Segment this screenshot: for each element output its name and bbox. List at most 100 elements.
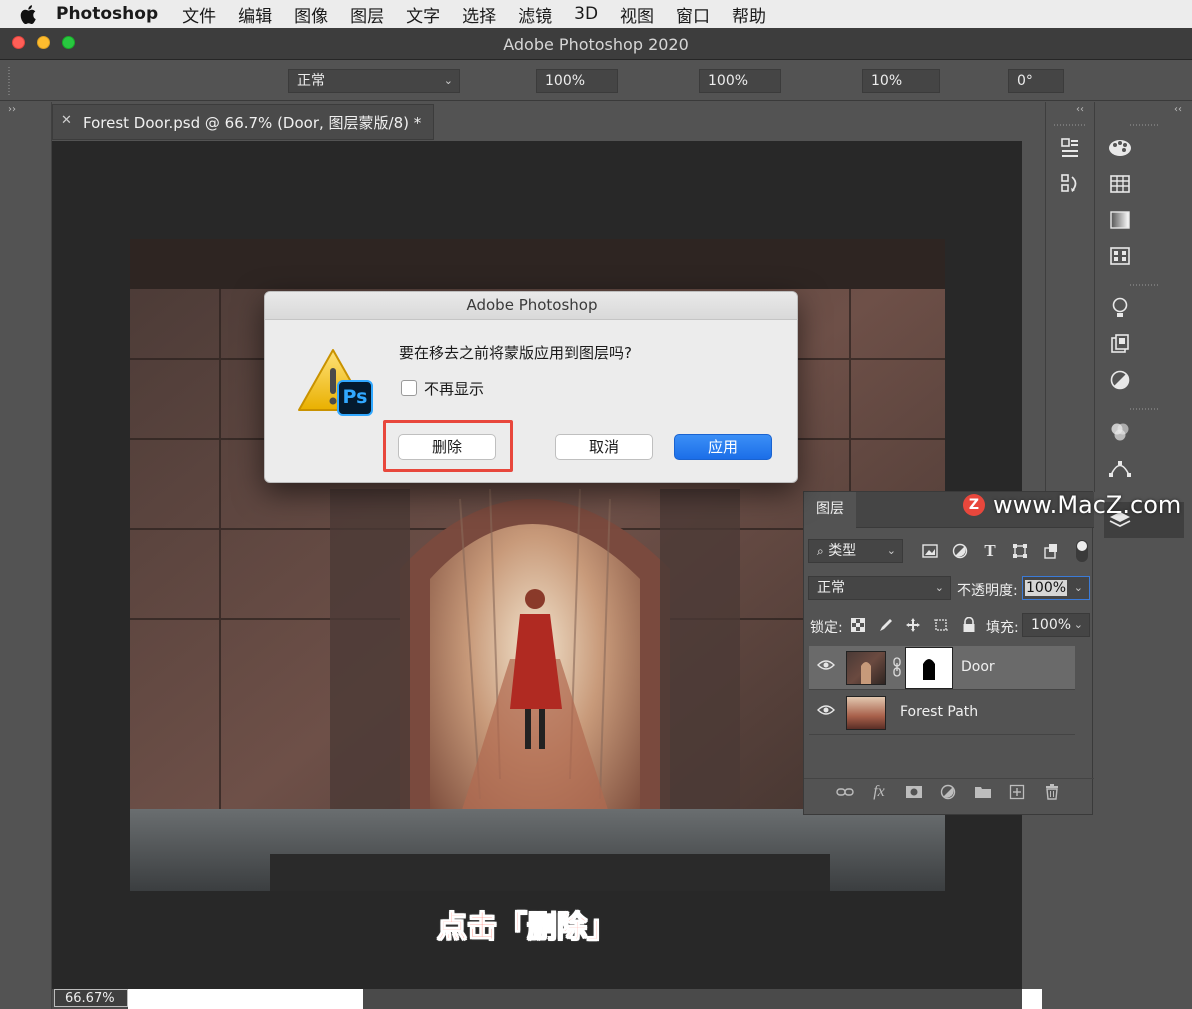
filter-pixel-icon[interactable] <box>920 541 940 561</box>
smoothing-field[interactable]: 10% <box>862 69 940 93</box>
menu-layer[interactable]: 图层 <box>350 2 384 27</box>
fill-label: 填充: <box>986 620 1019 636</box>
color-panel-icon[interactable] <box>1108 136 1132 160</box>
lock-artboard-icon[interactable] <box>931 615 951 635</box>
layer-name: Door <box>961 659 995 675</box>
dialog-title: Adobe Photoshop <box>265 292 797 320</box>
filter-smart-object-icon[interactable] <box>1041 541 1061 561</box>
visibility-eye-icon[interactable] <box>817 704 835 722</box>
flow-field[interactable]: 100% <box>699 69 781 93</box>
close-tab-icon[interactable]: ✕ <box>61 113 72 128</box>
window-title: Adobe Photoshop 2020 <box>503 35 689 54</box>
chevron-down-icon: ⌄ <box>934 581 944 594</box>
chevron-down-icon: ⌄ <box>1073 618 1083 631</box>
collapse-dock-icon-2[interactable]: ‹‹ <box>1174 104 1182 115</box>
link-layers-icon[interactable] <box>835 782 855 802</box>
filter-shape-icon[interactable] <box>1010 541 1030 561</box>
opacity-label: 不透明度: <box>957 583 1018 599</box>
dont-show-again-checkbox[interactable] <box>401 380 417 396</box>
cancel-button[interactable]: 取消 <box>555 434 653 460</box>
filter-adjustment-icon[interactable] <box>950 541 970 561</box>
layer-mask-thumbnail[interactable] <box>905 647 953 689</box>
chevron-down-icon: ⌄ <box>443 74 453 87</box>
mode-select[interactable]: 正常 ⌄ <box>288 69 460 93</box>
swatches-panel-icon[interactable] <box>1108 172 1132 196</box>
angle-option-value: 0° <box>1017 73 1033 89</box>
lock-image-pixels-icon[interactable] <box>876 615 896 635</box>
layer-style-fx-icon[interactable]: fx <box>869 782 889 802</box>
filter-type-icon[interactable]: T <box>980 541 1000 561</box>
scroll-corner <box>1022 989 1042 1009</box>
zoom-level-field[interactable]: 66.67% <box>54 989 128 1007</box>
lock-all-icon[interactable] <box>959 615 979 635</box>
tutorial-caption: 点击「删除」 <box>437 910 618 946</box>
adjustments-panel-icon[interactable] <box>1108 368 1132 392</box>
chevron-down-icon: ⌄ <box>886 544 896 557</box>
dont-show-again-label[interactable]: 不再显示 <box>424 378 484 399</box>
new-group-folder-icon[interactable] <box>973 782 993 802</box>
layer-opacity-value: 100% <box>1025 580 1068 596</box>
menu-select[interactable]: 选择 <box>462 2 496 27</box>
menu-edit[interactable]: 编辑 <box>238 2 272 27</box>
new-layer-icon[interactable] <box>1007 782 1027 802</box>
layer-opacity-field[interactable]: 100% ⌄ <box>1022 576 1090 600</box>
dock-grip-2[interactable] <box>1130 124 1158 126</box>
menu-help[interactable]: 帮助 <box>732 2 766 27</box>
properties-panel-icon[interactable] <box>1058 136 1082 160</box>
app-menu[interactable]: Photoshop <box>56 4 158 24</box>
apply-mask-dialog: Adobe Photoshop Ps 要在移去之前将蒙版应用到图层吗? 不再显示… <box>264 291 798 483</box>
watermark-logo: Z <box>963 494 985 516</box>
tab-layers[interactable]: 图层 <box>804 492 856 528</box>
menu-file[interactable]: 文件 <box>182 2 216 27</box>
apple-menu-icon[interactable] <box>0 4 56 24</box>
options-bar-grip[interactable] <box>8 67 10 95</box>
menu-3d[interactable]: 3D <box>574 4 598 24</box>
expand-panel-icon[interactable]: ›› <box>8 104 16 115</box>
gradients-panel-icon[interactable] <box>1108 208 1132 232</box>
watermark-text: www.MacZ.com <box>993 491 1182 519</box>
menu-window[interactable]: 窗口 <box>676 2 710 27</box>
menu-image[interactable]: 图像 <box>294 2 328 27</box>
layer-row-forest-path[interactable]: Forest Path <box>809 691 1075 735</box>
delete-layer-trash-icon[interactable] <box>1042 782 1062 802</box>
mode-value: 正常 <box>297 73 325 89</box>
layer-filter-select[interactable]: ⌕ 类型 ⌄ <box>808 539 903 563</box>
apply-button[interactable]: 应用 <box>674 434 772 460</box>
fill-value: 100% <box>1031 617 1072 633</box>
delete-button-highlight <box>383 420 513 472</box>
dock-grip-4[interactable] <box>1130 408 1158 410</box>
document-tab-title: Forest Door.psd @ 66.7% (Door, 图层蒙版/8) * <box>83 114 422 132</box>
collapse-dock-icon[interactable]: ‹‹ <box>1076 104 1084 115</box>
add-mask-icon[interactable] <box>904 782 924 802</box>
filter-toggle[interactable] <box>1076 540 1088 562</box>
watermark: Z www.MacZ.com <box>963 490 1181 520</box>
tools-panel-collapsed: ›› <box>0 102 52 1009</box>
angle-field[interactable]: 0° <box>1008 69 1064 93</box>
panel-dock-narrow: ‹‹ <box>1045 102 1095 492</box>
opacity-field[interactable]: 100% <box>536 69 618 93</box>
dock-grip[interactable] <box>1054 124 1086 126</box>
libraries-panel-icon[interactable] <box>1108 332 1132 356</box>
menu-view[interactable]: 视图 <box>620 2 654 27</box>
patterns-panel-icon[interactable] <box>1108 244 1132 268</box>
document-tab[interactable]: ✕ Forest Door.psd @ 66.7% (Door, 图层蒙版/8)… <box>52 104 434 140</box>
new-adjustment-layer-icon[interactable] <box>938 782 958 802</box>
menu-type[interactable]: 文字 <box>406 2 440 27</box>
blend-mode-select[interactable]: 正常 ⌄ <box>808 576 951 600</box>
mask-link-icon[interactable] <box>892 657 902 677</box>
menu-filter[interactable]: 滤镜 <box>518 2 552 27</box>
channels-panel-icon[interactable] <box>1108 420 1132 444</box>
dock-grip-3[interactable] <box>1130 284 1158 286</box>
lock-transparent-pixels-icon[interactable] <box>848 615 868 635</box>
flow-option-value: 100% <box>708 73 749 89</box>
paths-panel-icon[interactable] <box>1108 456 1132 480</box>
lock-position-icon[interactable] <box>903 615 923 635</box>
smoothing-option-value: 10% <box>871 73 903 89</box>
status-bar: 66.67% <box>52 989 1042 1009</box>
layer-row-door[interactable]: Door <box>809 646 1075 690</box>
learn-panel-icon[interactable] <box>1108 296 1132 320</box>
divider <box>804 778 1094 779</box>
fill-field[interactable]: 100% ⌄ <box>1022 613 1090 637</box>
history-panel-icon[interactable] <box>1058 172 1082 196</box>
visibility-eye-icon[interactable] <box>817 659 835 677</box>
